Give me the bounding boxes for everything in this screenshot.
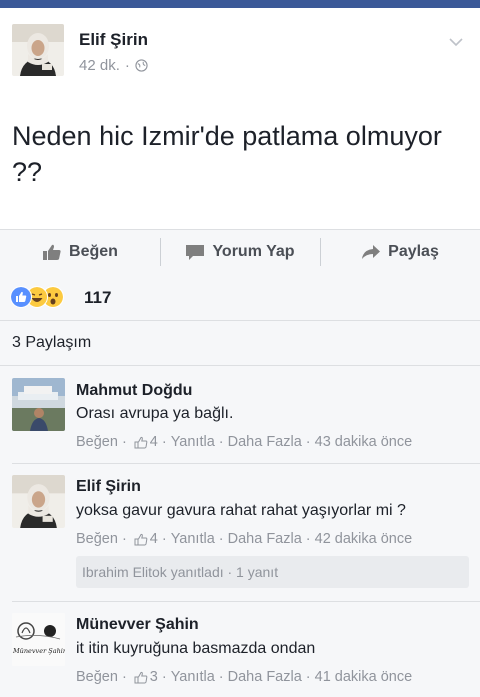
comment-like-count[interactable]: 4 [131, 531, 158, 547]
post-text: Neden hic Izmir'de patlama olmuyor ?? [12, 121, 442, 187]
commenter-avatar[interactable] [12, 378, 65, 431]
comment-reply-link[interactable]: Yanıtla [171, 669, 215, 685]
post-meta: 42 dk. · [79, 57, 148, 74]
meta-separator: · [124, 57, 130, 74]
comment-more-link[interactable]: Daha Fazla [228, 434, 302, 450]
comment-author[interactable]: Elif Şirin [76, 478, 141, 496]
thumbs-up-outline-icon [134, 533, 148, 545]
commenter-avatar[interactable] [12, 475, 65, 528]
comment-like-link[interactable]: Beğen [76, 669, 118, 685]
comments-section: Mahmut Doğdu Orası avrupa ya bağlı. Beğe… [0, 366, 480, 697]
like-icon [10, 286, 32, 308]
comment-meta: Beğen · 4 · Yanıtla · Daha Fazla · 42 da… [76, 531, 413, 547]
thumbs-up-outline-icon [134, 436, 148, 448]
post-actions-bar: Beğen Yorum Yap Paylaş [0, 229, 480, 275]
shares-row[interactable]: 3 Paylaşım [0, 321, 480, 366]
comment-reply-link[interactable]: Yanıtla [171, 434, 215, 450]
comment-divider [12, 601, 480, 602]
comment-like-link[interactable]: Beğen [76, 434, 118, 450]
comment-text: it itin kuyruğuna basmazda ondan [76, 640, 316, 657]
share-count: 3 Paylaşım [12, 334, 92, 351]
reactions-summary[interactable]: 117 [0, 274, 480, 321]
chevron-down-icon[interactable] [448, 34, 464, 50]
comment-more-link[interactable]: Daha Fazla [228, 669, 302, 685]
comment-reply-link[interactable]: Yanıtla [171, 531, 215, 547]
replies-summary[interactable]: Ibrahim Elitok yanıtladı · 1 yanıt [76, 556, 469, 588]
reaction-count: 117 [84, 288, 112, 307]
comment-divider [12, 463, 480, 464]
like-label: Beğen [69, 243, 118, 260]
post-time[interactable]: 42 dk. [79, 57, 120, 74]
post-author-name[interactable]: Elif Şirin [79, 30, 148, 50]
top-bar [0, 0, 480, 8]
like-button[interactable]: Beğen [0, 230, 160, 274]
share-label: Paylaş [388, 243, 439, 260]
comment-text: yoksa gavur gavura rahat rahat yaşıyorla… [76, 502, 406, 519]
avatar-signature: Münevver Şahin [13, 647, 65, 655]
thumbs-up-outline-icon [134, 671, 148, 683]
comment-like-count[interactable]: 4 [131, 434, 158, 450]
comment-meta: Beğen · 4 · Yanıtla · Daha Fazla · 43 da… [76, 434, 413, 450]
reaction-icons [10, 286, 80, 308]
author-avatar[interactable] [12, 24, 64, 76]
globe-icon [135, 59, 148, 72]
comment-more-link[interactable]: Daha Fazla [228, 531, 302, 547]
comment-time[interactable]: 42 dakika önce [315, 531, 413, 547]
comment-label: Yorum Yap [212, 243, 295, 260]
comment-like-count[interactable]: 3 [131, 669, 158, 685]
comment-author[interactable]: Mahmut Doğdu [76, 382, 192, 400]
share-icon [362, 245, 381, 259]
comment-text: Orası avrupa ya bağlı. [76, 405, 234, 422]
thumbs-up-icon [43, 244, 61, 260]
comment-author[interactable]: Münevver Şahin [76, 616, 199, 634]
post-card: Elif Şirin 42 dk. · Neden hic Izmir'de p… [0, 8, 480, 229]
comment-icon [186, 245, 205, 260]
commenter-avatar[interactable]: Münevver Şahin [12, 613, 65, 666]
share-button[interactable]: Paylaş [320, 230, 480, 274]
comment-time[interactable]: 43 dakika önce [315, 434, 413, 450]
comment-like-link[interactable]: Beğen [76, 531, 118, 547]
comment-time[interactable]: 41 dakika önce [315, 669, 413, 685]
comment-button[interactable]: Yorum Yap [160, 230, 320, 274]
comment-meta: Beğen · 3 · Yanıtla · Daha Fazla · 41 da… [76, 669, 413, 685]
